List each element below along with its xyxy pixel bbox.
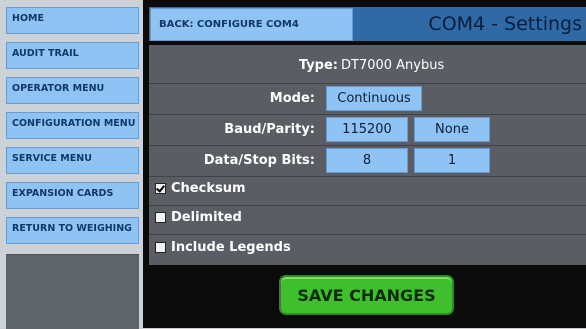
sidebar-item-label: HOME — [12, 13, 44, 24]
sidebar-item-operator-menu[interactable]: OPERATOR MENU — [6, 77, 139, 104]
type-value: DT7000 Anybus — [341, 58, 445, 73]
sidebar: HOME AUDIT TRAIL OPERATOR MENU CONFIGURA… — [0, 0, 143, 329]
sidebar-item-label: OPERATOR MENU — [12, 83, 105, 94]
mode-select[interactable]: Continuous — [326, 86, 422, 111]
back-configure-com4-button[interactable]: BACK: CONFIGURE COM4 — [150, 8, 353, 41]
sidebar-item-expansion-cards[interactable]: EXPANSION CARDS — [6, 182, 139, 209]
sidebar-item-service-menu[interactable]: SERVICE MENU — [6, 147, 139, 174]
baud-parity-label: Baud/Parity: — [224, 122, 315, 137]
mode-value: Continuous — [337, 91, 411, 106]
sidebar-item-audit-trail[interactable]: AUDIT TRAIL — [6, 42, 139, 69]
row-divider — [149, 205, 586, 206]
settings-panel: Type: DT7000 Anybus Mode: Continuous Bau… — [149, 45, 586, 265]
sidebar-item-configuration-menu[interactable]: CONFIGURATION MENU — [6, 112, 139, 139]
type-label: Type: — [298, 58, 338, 73]
checksum-option[interactable]: Checksum — [155, 178, 246, 198]
row-divider — [149, 234, 586, 235]
baud-rate-value: 115200 — [342, 122, 392, 137]
page-title: COM4 - Settings — [428, 13, 582, 35]
sidebar-item-return-to-weighing[interactable]: RETURN TO WEIGHING — [6, 217, 139, 244]
sidebar-item-label: AUDIT TRAIL — [12, 48, 79, 59]
delimited-option[interactable]: Delimited — [155, 207, 242, 227]
sidebar-empty-area — [6, 254, 139, 329]
app-frame: HOME AUDIT TRAIL OPERATOR MENU CONFIGURA… — [0, 0, 586, 329]
page-header: BACK: CONFIGURE COM4 COM4 - Settings — [149, 7, 586, 41]
parity-value: None — [435, 122, 469, 137]
save-changes-button[interactable]: SAVE CHANGES — [279, 275, 454, 315]
include-legends-option[interactable]: Include Legends — [155, 237, 291, 257]
sidebar-item-label: SERVICE MENU — [12, 153, 92, 164]
baud-rate-select[interactable]: 115200 — [326, 117, 408, 142]
data-bits-value: 8 — [362, 153, 372, 168]
main-panel: BACK: CONFIGURE COM4 COM4 - Settings Typ… — [149, 7, 586, 328]
include-legends-checkbox[interactable] — [155, 241, 166, 253]
data-bits-select[interactable]: 8 — [326, 148, 408, 173]
stop-bits-select[interactable]: 1 — [414, 148, 490, 173]
parity-select[interactable]: None — [414, 117, 490, 142]
checksum-label: Checksum — [171, 180, 246, 196]
row-divider — [149, 114, 586, 115]
checksum-checkbox[interactable] — [155, 182, 166, 194]
sidebar-item-home[interactable]: HOME — [6, 7, 139, 34]
sidebar-item-label: CONFIGURATION MENU — [12, 118, 136, 129]
mode-label: Mode: — [269, 91, 315, 106]
stop-bits-value: 1 — [447, 153, 457, 168]
row-divider — [149, 145, 586, 146]
sidebar-item-label: RETURN TO WEIGHING — [12, 223, 132, 234]
back-button-label: BACK: CONFIGURE COM4 — [159, 19, 299, 30]
sidebar-item-label: EXPANSION CARDS — [12, 188, 114, 199]
data-stop-bits-label: Data/Stop Bits: — [203, 153, 315, 168]
delimited-label: Delimited — [171, 209, 242, 225]
row-divider — [149, 176, 586, 177]
include-legends-label: Include Legends — [171, 239, 291, 255]
row-divider — [149, 83, 586, 84]
delimited-checkbox[interactable] — [155, 211, 166, 223]
save-changes-label: SAVE CHANGES — [297, 285, 436, 305]
